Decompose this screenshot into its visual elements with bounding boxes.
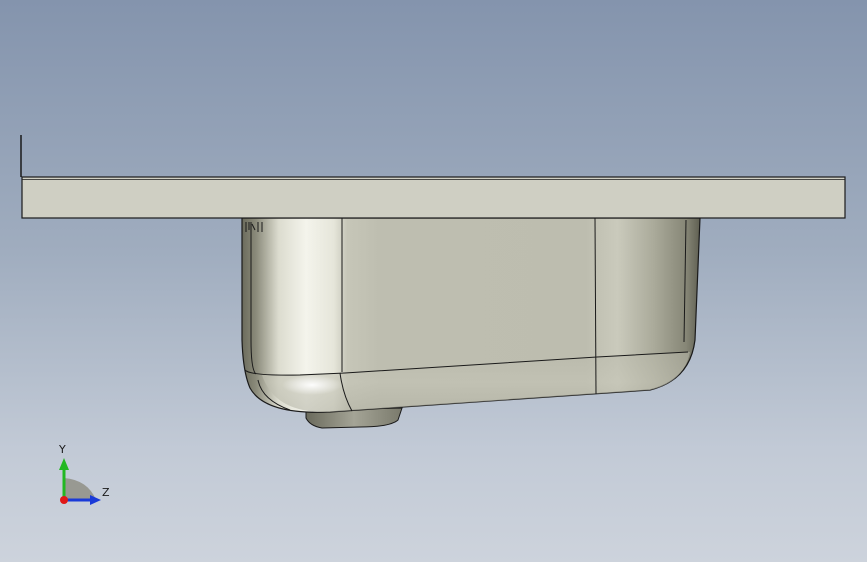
basin-highlight <box>282 375 342 395</box>
triad-z-label: Z <box>102 486 110 499</box>
triad-y-label: Y <box>59 443 66 456</box>
model-view[interactable] <box>0 0 867 562</box>
triad-z-arrow-icon <box>90 495 101 505</box>
triad-y-arrow-icon <box>59 458 69 470</box>
graphics-viewport[interactable]: Y Z <box>0 0 867 562</box>
triad-x-axis <box>60 496 68 504</box>
orientation-triad <box>59 458 101 505</box>
countertop-slab <box>21 176 846 219</box>
